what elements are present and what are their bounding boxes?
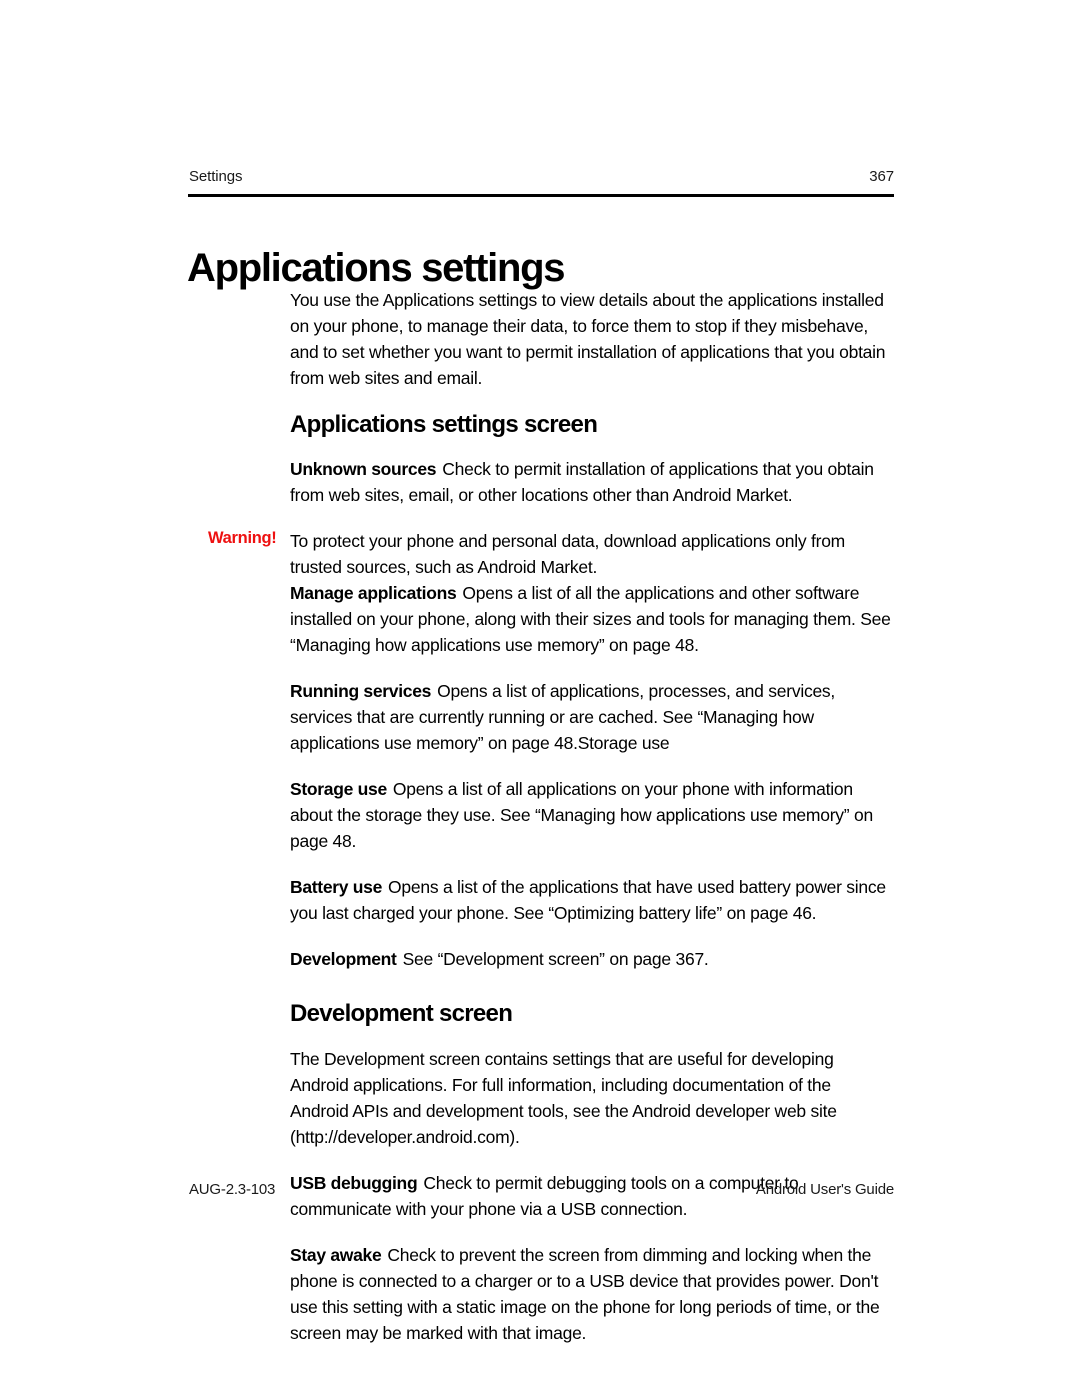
entry-battery-use: Battery use Opens a list of the applicati… <box>290 874 892 926</box>
entry-term-battery-use: Battery use <box>290 876 383 897</box>
entry-term-development: Development <box>290 948 397 969</box>
entry-term-storage-use: Storage use <box>290 778 387 799</box>
entry-stay-awake: Stay awake Check to prevent the screen fr… <box>290 1242 892 1346</box>
section-heading-development-screen: Development screen <box>290 999 513 1027</box>
warning-label: Warning! <box>208 528 277 547</box>
entry-term-manage-applications: Manage applications <box>290 582 457 603</box>
entry-manage-applications: Manage applications Opens a list of all t… <box>290 580 892 658</box>
entry-text-warning: To protect your phone and personal data,… <box>290 530 846 577</box>
entry-unknown-sources: Unknown sources Check to permit installat… <box>290 456 892 508</box>
entry-term-stay-awake: Stay awake <box>290 1245 382 1266</box>
footer-doc-title: Android User's Guide <box>755 1181 894 1198</box>
running-head-page-number: 367 <box>869 168 894 185</box>
entry-text-development: See “Development screen” on page 367. <box>402 948 709 969</box>
intro-paragraph: You use the Applications settings to vie… <box>290 290 886 388</box>
running-head-chapter: Settings <box>189 168 243 185</box>
entry-development: Development See “Development screen” on p… <box>290 946 892 972</box>
entry-running-services: Running services Opens a list of applicat… <box>290 678 892 756</box>
entry-term-unknown-sources: Unknown sources <box>290 458 437 479</box>
section-heading-applications-settings-screen: Applications settings screen <box>290 411 598 438</box>
footer-doc-code: AUG-2.3-103 <box>189 1181 276 1198</box>
entry-storage-use: Storage use Opens a list of all applicati… <box>290 776 892 854</box>
page-title: Applications settings <box>187 245 566 290</box>
document-page: Settings 367 Applications settings You u… <box>0 0 1080 1397</box>
header-rule <box>188 194 894 197</box>
warning-block: Warning! To protect your phone and perso… <box>208 528 892 580</box>
running-head: Settings 367 <box>189 168 894 185</box>
page-footer: AUG-2.3-103 Android User's Guide <box>189 1181 894 1198</box>
development-screen-intro: The Development screen contains settings… <box>290 1049 837 1148</box>
entry-term-running-services: Running services <box>290 680 432 701</box>
